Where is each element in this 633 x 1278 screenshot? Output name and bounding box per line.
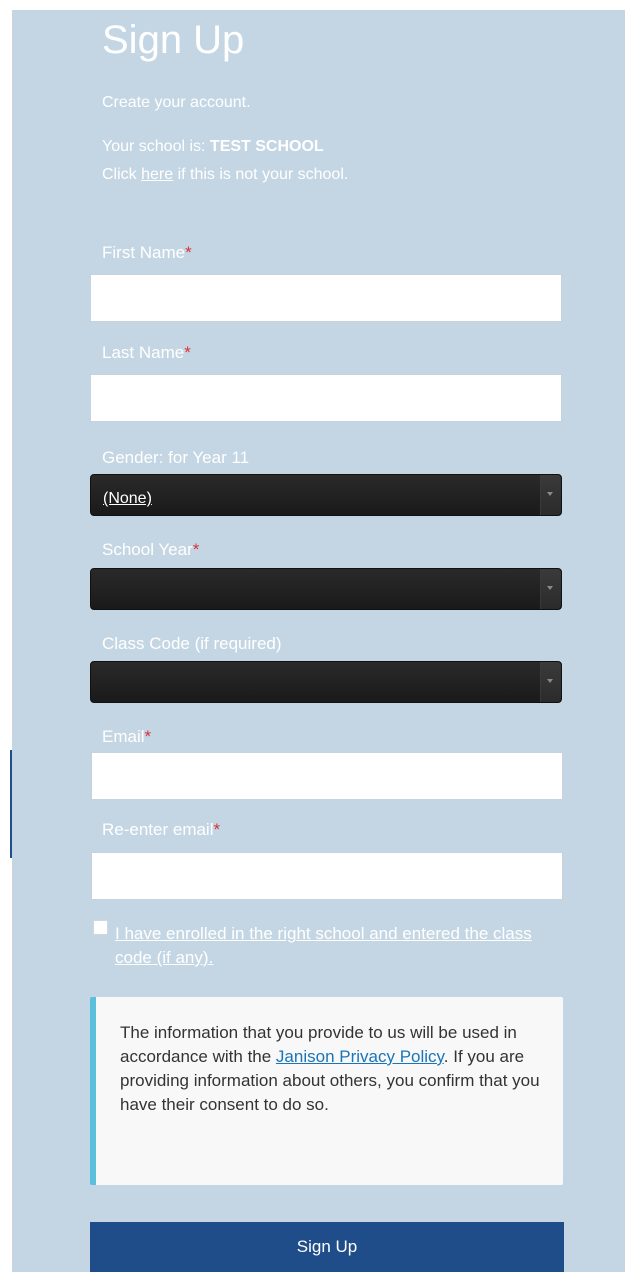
required-mark: * — [184, 343, 191, 362]
required-mark: * — [144, 727, 152, 746]
school-prefix: Your school is: — [102, 138, 210, 155]
sign-up-button[interactable]: Sign Up — [90, 1222, 564, 1272]
last-name-input[interactable] — [90, 374, 562, 422]
privacy-notice-text: The information that you provide to us w… — [120, 1021, 540, 1117]
last-name-label-text: Last Name — [102, 343, 185, 362]
select-arrow-button[interactable] — [540, 569, 561, 609]
gender-select[interactable]: (None) — [90, 474, 562, 516]
email-label-text: Email — [102, 727, 145, 746]
email-label: Email* — [102, 727, 151, 747]
gender-select-value: (None) — [103, 490, 152, 507]
school-change-text: Click here if this is not your school. — [102, 165, 348, 185]
first-name-label-text: First Name — [102, 243, 186, 262]
chevron-down-icon — [547, 586, 553, 590]
school-click-prefix: Click — [102, 166, 142, 183]
class-code-label: Class Code (if required) — [102, 634, 282, 653]
school-name: TEST SCHOOL — [209, 138, 324, 155]
school-info: Your school is: TEST SCHOOL — [102, 137, 324, 157]
class-code-select[interactable] — [90, 661, 562, 703]
page-subtitle: Create your account. — [102, 94, 251, 111]
privacy-policy-link[interactable]: Janison Privacy Policy — [276, 1047, 444, 1066]
reenter-email-label: Re-enter email* — [102, 820, 220, 840]
school-year-label: School Year* — [102, 540, 199, 560]
agreement-label-link[interactable]: I have enrolled in the right school and … — [115, 922, 555, 970]
agreement-checkbox[interactable] — [93, 920, 108, 935]
first-name-label: First Name* — [102, 243, 192, 263]
chevron-down-icon — [547, 492, 553, 496]
required-mark: * — [185, 243, 192, 262]
required-mark: * — [192, 540, 200, 559]
first-name-input[interactable] — [90, 274, 562, 322]
privacy-notice: The information that you provide to us w… — [90, 997, 563, 1185]
school-click-suffix: if this is not your school. — [173, 166, 349, 183]
email-input[interactable] — [91, 752, 563, 800]
page-title: Sign Up — [102, 18, 245, 62]
school-year-select[interactable] — [90, 568, 562, 610]
reenter-email-input[interactable] — [91, 852, 563, 900]
change-school-link[interactable]: here — [141, 166, 173, 183]
last-name-label: Last Name* — [102, 343, 191, 363]
school-year-label-text: School Year — [102, 540, 193, 559]
chevron-down-icon — [547, 679, 553, 683]
gender-label: Gender: for Year 11 — [102, 448, 250, 467]
select-arrow-button[interactable] — [540, 475, 561, 515]
select-arrow-button[interactable] — [540, 662, 561, 702]
reenter-email-label-text: Re-enter email — [102, 820, 214, 839]
required-mark: * — [213, 820, 221, 839]
